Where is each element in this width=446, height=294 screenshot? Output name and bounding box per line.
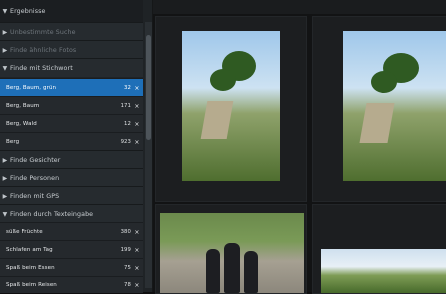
keyword-item[interactable]: Berg, Baum 171 × — [0, 96, 143, 115]
section-label: Unbestimmte Suche — [10, 28, 76, 36]
text-item-label: Spaß beim Essen — [6, 265, 55, 271]
group-photo[interactable] — [160, 213, 304, 293]
keyword-item[interactable]: Berg, Baum, grün 32 × — [0, 78, 143, 97]
section-label: Finde ähnliche Fotos — [10, 46, 77, 54]
keyword-item-count: 32 — [124, 85, 131, 91]
remove-icon[interactable]: × — [131, 229, 143, 236]
caret-right-icon: ▶ — [2, 192, 8, 200]
text-item-count: 78 — [124, 282, 131, 288]
gallery-cell[interactable] — [155, 16, 307, 202]
section-label: Finde Gesichter — [10, 156, 61, 164]
section-label: Finde mit Stichwort — [10, 64, 73, 72]
gallery-cell[interactable] — [155, 204, 307, 294]
remove-icon[interactable]: × — [131, 139, 143, 146]
panorama-photo[interactable] — [321, 249, 446, 293]
keyword-item-count: 923 — [120, 139, 131, 145]
caret-right-icon: ▶ — [2, 174, 8, 182]
keyword-item-label: Berg, Wald — [6, 121, 37, 127]
search-sidebar: ▼ Ergebnisse ▶ Unbestimmte Suche ▶ Finde… — [0, 0, 153, 293]
section-gesichter[interactable]: ▶ Finde Gesichter — [0, 150, 143, 169]
remove-icon[interactable]: × — [131, 103, 143, 110]
text-search-item[interactable]: Spaß beim Essen 75 × — [0, 258, 143, 277]
caret-down-icon: ▼ — [2, 7, 8, 15]
gallery-cell[interactable] — [312, 204, 446, 294]
cliff-photo[interactable] — [182, 31, 280, 181]
keyword-item-label: Berg, Baum — [6, 103, 40, 109]
caret-down-icon: ▼ — [2, 64, 8, 72]
text-search-item[interactable]: Schlafen am Tag 199 × — [0, 240, 143, 259]
section-stichwort[interactable]: ▼ Finde mit Stichwort — [0, 58, 143, 77]
cliff-photo[interactable] — [343, 31, 446, 181]
section-texteingabe[interactable]: ▼ Finden durch Texteingabe — [0, 204, 143, 223]
rock-shape — [359, 103, 395, 143]
person-shape — [206, 249, 220, 293]
section-label: Finden mit GPS — [10, 192, 60, 200]
person-shape — [244, 251, 258, 293]
remove-icon[interactable]: × — [131, 85, 143, 92]
text-item-label: süße Früchte — [6, 229, 43, 235]
text-item-count: 75 — [124, 265, 131, 271]
keyword-item-count: 171 — [120, 103, 131, 109]
keyword-item-label: Berg, Baum, grün — [6, 85, 57, 91]
keyword-item[interactable]: Berg 923 × — [0, 132, 143, 151]
results-header[interactable]: ▼ Ergebnisse — [0, 0, 143, 22]
gallery-cell[interactable] — [312, 16, 446, 202]
gallery-toolbar — [152, 0, 446, 14]
sidebar-scroll-thumb[interactable] — [146, 35, 151, 140]
section-personen[interactable]: ▶ Finde Personen — [0, 168, 143, 187]
section-label: Finden durch Texteingabe — [10, 210, 94, 218]
remove-icon[interactable]: × — [131, 247, 143, 254]
remove-icon[interactable]: × — [131, 121, 143, 128]
remove-icon[interactable]: × — [131, 265, 143, 272]
text-item-count: 380 — [120, 229, 131, 235]
remove-icon[interactable]: × — [131, 282, 143, 289]
keyword-item-count: 12 — [124, 121, 131, 127]
text-item-count: 199 — [120, 247, 131, 253]
caret-down-icon: ▼ — [2, 210, 8, 218]
section-unbestimmte-suche[interactable]: ▶ Unbestimmte Suche — [0, 22, 143, 41]
person-shape — [224, 243, 240, 293]
text-search-item[interactable]: süße Früchte 380 × — [0, 222, 143, 241]
results-header-label: Ergebnisse — [10, 7, 46, 15]
rock-shape — [200, 101, 234, 139]
keyword-item-label: Berg — [6, 139, 20, 145]
section-label: Finde Personen — [10, 174, 60, 182]
caret-right-icon: ▶ — [2, 28, 8, 36]
app-window: ▼ Ergebnisse ▶ Unbestimmte Suche ▶ Finde… — [0, 0, 446, 294]
text-search-item[interactable]: Spaß beim Reisen 78 × — [0, 276, 143, 293]
tree-shape — [210, 69, 236, 91]
caret-right-icon: ▶ — [2, 156, 8, 164]
keyword-item[interactable]: Berg, Wald 12 × — [0, 114, 143, 133]
text-item-label: Schlafen am Tag — [6, 247, 53, 253]
section-gps[interactable]: ▶ Finden mit GPS — [0, 186, 143, 205]
section-aehnliche-fotos[interactable]: ▶ Finde ähnliche Fotos — [0, 40, 143, 59]
text-item-label: Spaß beim Reisen — [6, 282, 57, 288]
caret-right-icon: ▶ — [2, 46, 8, 54]
tree-shape — [371, 71, 397, 93]
